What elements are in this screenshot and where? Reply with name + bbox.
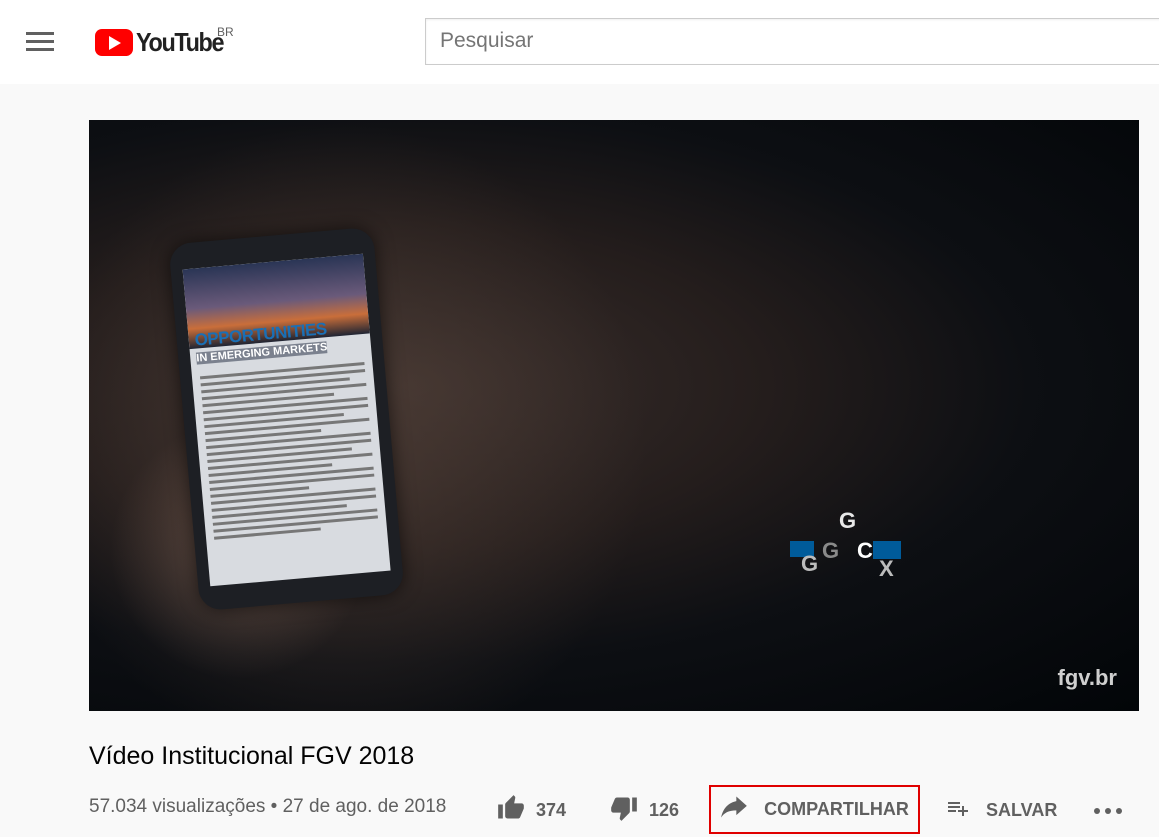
like-button[interactable]: 374 [496, 794, 566, 826]
logo-country-code: BR [217, 25, 234, 39]
ggcx-letter-x: X [879, 556, 894, 581]
dislike-count: 126 [649, 799, 680, 820]
search-box[interactable] [425, 18, 1159, 65]
youtube-play-icon [95, 28, 133, 56]
thumbs-down-icon [609, 794, 639, 827]
hamburger-menu-icon[interactable] [26, 32, 54, 52]
ggcx-letter-c: C [857, 538, 873, 563]
youtube-logo[interactable]: YouTube BR [95, 25, 234, 57]
video-meta: 57.034 visualizações • 27 de ago. de 201… [89, 796, 447, 817]
ggcx-letter-g-low: G [801, 551, 819, 576]
more-horizontal-icon[interactable] [1094, 808, 1124, 816]
logo-text: YouTube [136, 26, 225, 57]
video-frame-phone: OPPORTUNITIES IN EMERGING MARKETS [168, 226, 405, 612]
ggcx-letter-g-top: G [839, 508, 857, 533]
share-arrow-icon [720, 795, 748, 824]
share-label: COMPARTILHAR [764, 799, 909, 819]
ggcx-letter-g-mid: G [822, 538, 840, 563]
save-button[interactable]: SALVAR [944, 794, 1057, 826]
video-title: Vídeo Institucional FGV 2018 [89, 742, 415, 770]
dislike-button[interactable]: 126 [609, 794, 679, 826]
fgv-watermark: fgv.br [1057, 665, 1117, 690]
playlist-add-icon [944, 796, 972, 825]
search-input[interactable] [426, 19, 1154, 63]
share-button[interactable]: COMPARTILHAR [709, 785, 920, 834]
save-label: SALVAR [986, 799, 1058, 820]
thumbs-up-icon [496, 794, 526, 827]
ggcx-logo: G G C G X [789, 500, 909, 590]
video-player[interactable]: OPPORTUNITIES IN EMERGING MARKETS G G C … [89, 120, 1139, 711]
like-count: 374 [536, 799, 567, 820]
top-bar: YouTube BR [0, 0, 1159, 84]
